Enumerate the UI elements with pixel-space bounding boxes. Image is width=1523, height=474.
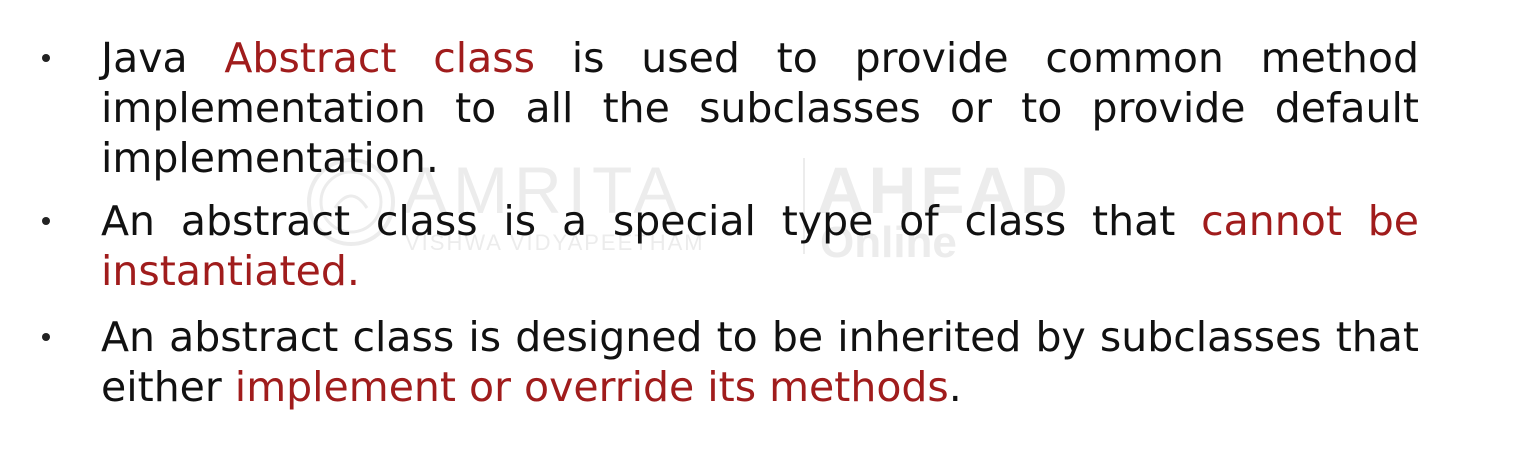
bullet-text: Java Abstract class is used to provide c…	[101, 33, 1419, 183]
bullet-text: An abstract class is designed to be inhe…	[101, 312, 1419, 412]
bullet-dot-icon	[42, 217, 50, 225]
slide: AMRITA VISHWA VIDYAPEETHAM AHEAD Online …	[0, 0, 1523, 474]
bullet-highlight: implement or override its methods	[234, 363, 949, 411]
bullet-segment: An abstract class is a special type of c…	[101, 197, 1202, 245]
bullet-segment: .	[948, 363, 962, 411]
bullet-segment: Java	[101, 34, 225, 82]
bullet-dot-icon	[42, 333, 50, 341]
bullet-highlight: Abstract class	[224, 34, 536, 82]
bullet-text: An abstract class is a special type of c…	[101, 196, 1419, 296]
bullet-dot-icon	[42, 54, 50, 62]
